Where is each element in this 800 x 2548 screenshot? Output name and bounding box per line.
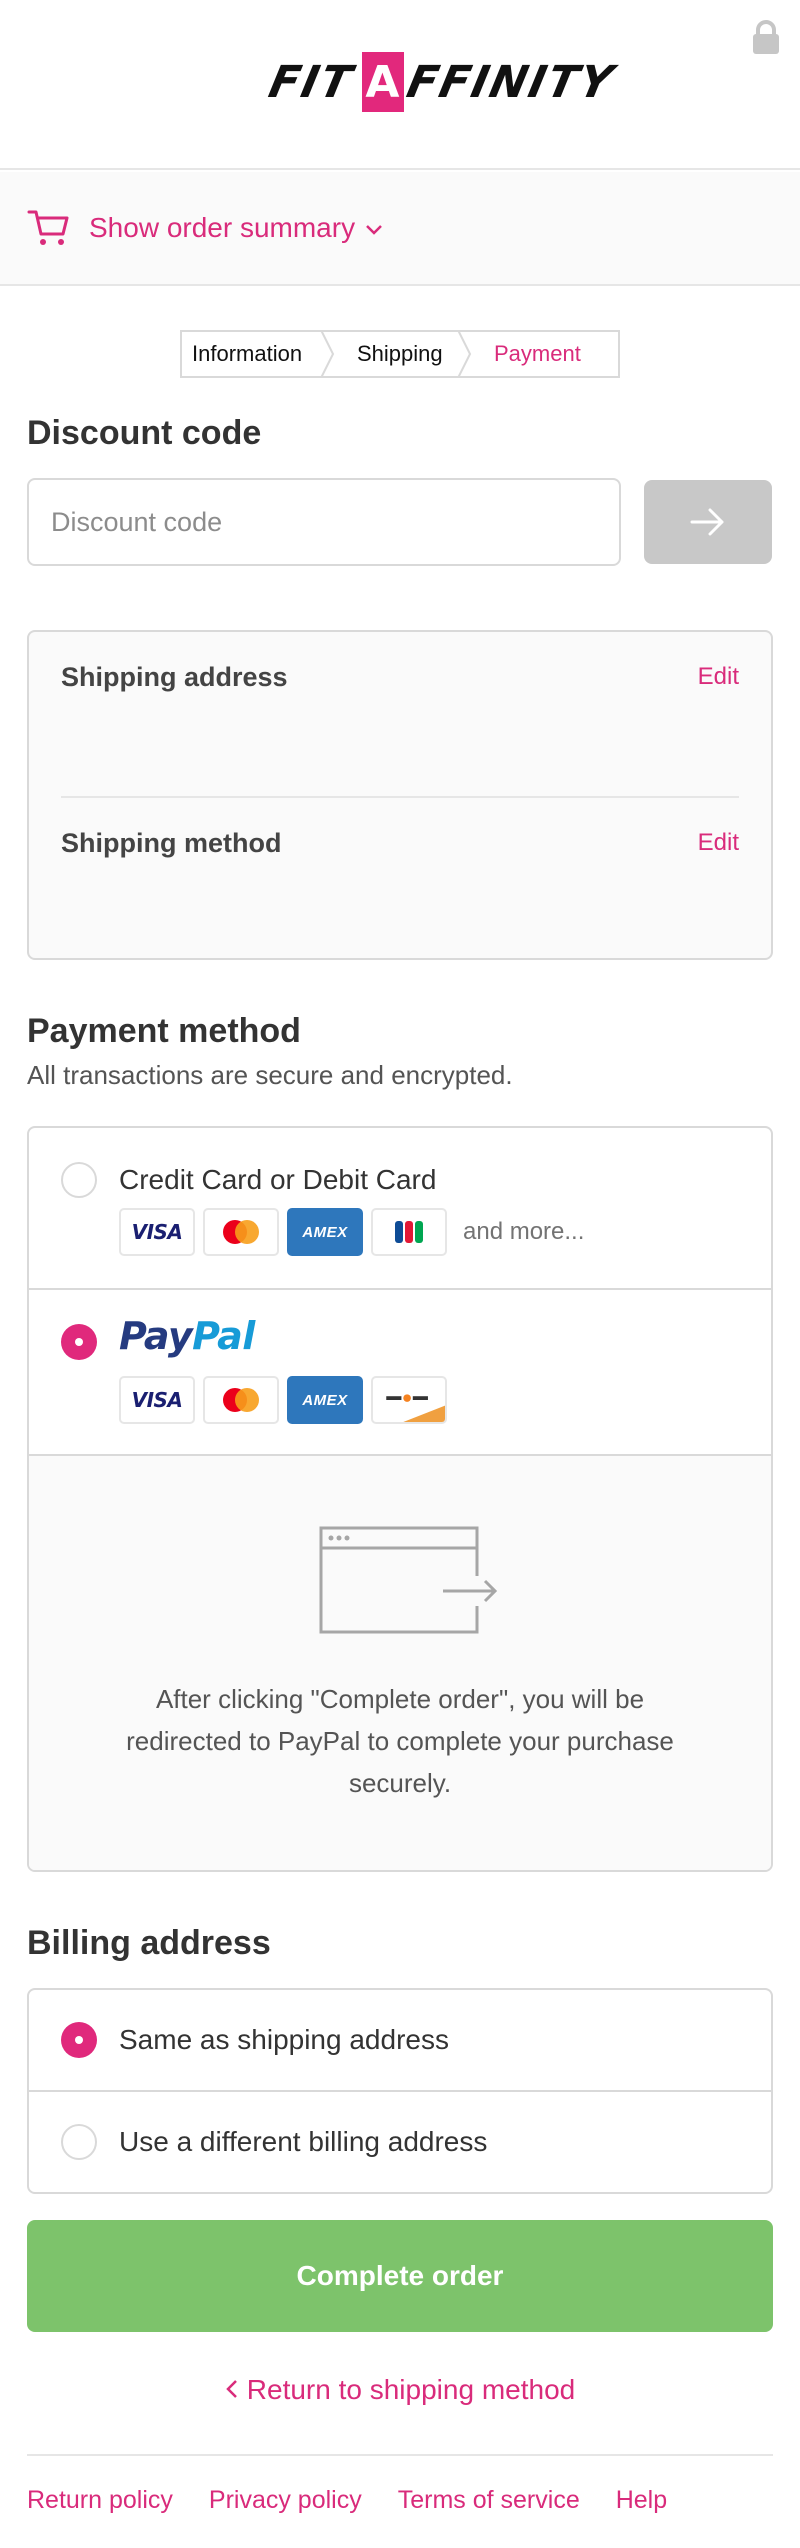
jcb-icon <box>371 1208 447 1256</box>
discount-code-input[interactable] <box>27 478 621 566</box>
order-summary-label: Show order summary <box>89 212 356 243</box>
shipping-address-label: Shipping address <box>61 661 288 692</box>
cart-icon <box>27 210 69 245</box>
paypal-logo: PayPal <box>119 1314 255 1358</box>
different-address-radio[interactable] <box>61 2124 97 2160</box>
card-brands: VISA AMEX and more... <box>119 1208 584 1256</box>
same-address-radio[interactable] <box>61 2022 97 2058</box>
amex-icon: AMEX <box>287 1208 363 1256</box>
chevron-down-icon <box>366 225 382 235</box>
breadcrumb-information-label: Information <box>192 341 303 366</box>
terms-of-service-link[interactable]: Terms of service <box>398 2486 580 2515</box>
visa-icon: VISA <box>119 1208 195 1256</box>
chevron-left-icon <box>226 2380 237 2398</box>
breadcrumb-shipping-label: Shipping <box>357 341 443 366</box>
apply-discount-button[interactable] <box>644 480 772 564</box>
return-to-shipping-label: Return to shipping method <box>246 2374 576 2405</box>
browser-redirect-icon <box>319 1526 499 1634</box>
different-address-label: Use a different billing address <box>119 2126 488 2157</box>
logo-text-right: FFINITY <box>403 56 620 108</box>
and-more-label: and more... <box>463 1218 585 1245</box>
help-link[interactable]: Help <box>616 2486 667 2515</box>
billing-option-same[interactable]: Same as shipping address <box>29 1990 771 2090</box>
footer-links: Return policy Privacy policy Terms of se… <box>27 2486 703 2515</box>
breadcrumb-information[interactable]: Information <box>182 330 335 378</box>
visa-icon: VISA <box>119 1376 195 1424</box>
paypal-card-brands: VISA AMEX <box>119 1376 455 1424</box>
shipping-address-row: Shipping address Edit <box>61 652 739 702</box>
billing-options: Same as shipping address Use a different… <box>27 1988 773 2194</box>
footer-divider <box>27 2454 773 2456</box>
logo-mark: A <box>362 52 405 112</box>
mastercard-icon <box>203 1376 279 1424</box>
header: FIT A FFINITY <box>0 0 800 170</box>
same-address-label: Same as shipping address <box>119 2024 449 2055</box>
breadcrumb: Information Shipping Payment <box>180 330 620 378</box>
payment-options: Credit Card or Debit Card VISA AMEX and … <box>27 1126 773 1872</box>
amex-icon: AMEX <box>287 1376 363 1424</box>
paypal-radio[interactable] <box>61 1324 97 1360</box>
privacy-policy-link[interactable]: Privacy policy <box>209 2486 362 2515</box>
shipping-review-box: Shipping address Edit Shipping method Ed… <box>27 630 773 960</box>
return-policy-link[interactable]: Return policy <box>27 2486 173 2515</box>
breadcrumb-payment-label: Payment <box>494 341 581 366</box>
billing-option-different[interactable]: Use a different billing address <box>29 2092 771 2192</box>
payment-method-title: Payment method <box>27 1012 301 1050</box>
review-divider <box>61 796 739 798</box>
return-to-shipping-link[interactable]: Return to shipping method <box>0 2374 800 2406</box>
brand-logo[interactable]: FIT A FFINITY <box>265 44 619 120</box>
complete-order-button[interactable]: Complete order <box>27 2220 773 2332</box>
payment-option-paypal[interactable]: PayPal VISA AMEX <box>29 1290 771 1456</box>
discover-icon <box>371 1376 447 1424</box>
paypal-redirect-panel: After clicking "Complete order", you wil… <box>29 1456 771 1870</box>
card-radio[interactable] <box>61 1162 97 1198</box>
arrow-right-icon <box>690 508 724 536</box>
shipping-method-label: Shipping method <box>61 827 282 858</box>
mastercard-icon <box>203 1208 279 1256</box>
shipping-method-row: Shipping method Edit <box>61 818 739 868</box>
card-option-label: Credit Card or Debit Card <box>119 1164 437 1195</box>
discount-title: Discount code <box>27 414 262 452</box>
logo-text-left: FIT <box>264 56 358 108</box>
edit-shipping-method-link[interactable]: Edit <box>698 829 739 857</box>
billing-address-title: Billing address <box>27 1924 271 1962</box>
breadcrumb-payment: Payment <box>464 332 581 376</box>
payment-subtitle: All transactions are secure and encrypte… <box>27 1060 513 1090</box>
payment-option-card[interactable]: Credit Card or Debit Card VISA AMEX and … <box>29 1128 771 1288</box>
breadcrumb-shipping[interactable]: Shipping <box>329 330 472 378</box>
paypal-redirect-message: After clicking "Complete order", you wil… <box>126 1684 674 1798</box>
lock-icon <box>753 20 779 54</box>
order-summary-toggle[interactable]: Show order summary <box>0 172 800 286</box>
edit-shipping-address-link[interactable]: Edit <box>698 663 739 691</box>
